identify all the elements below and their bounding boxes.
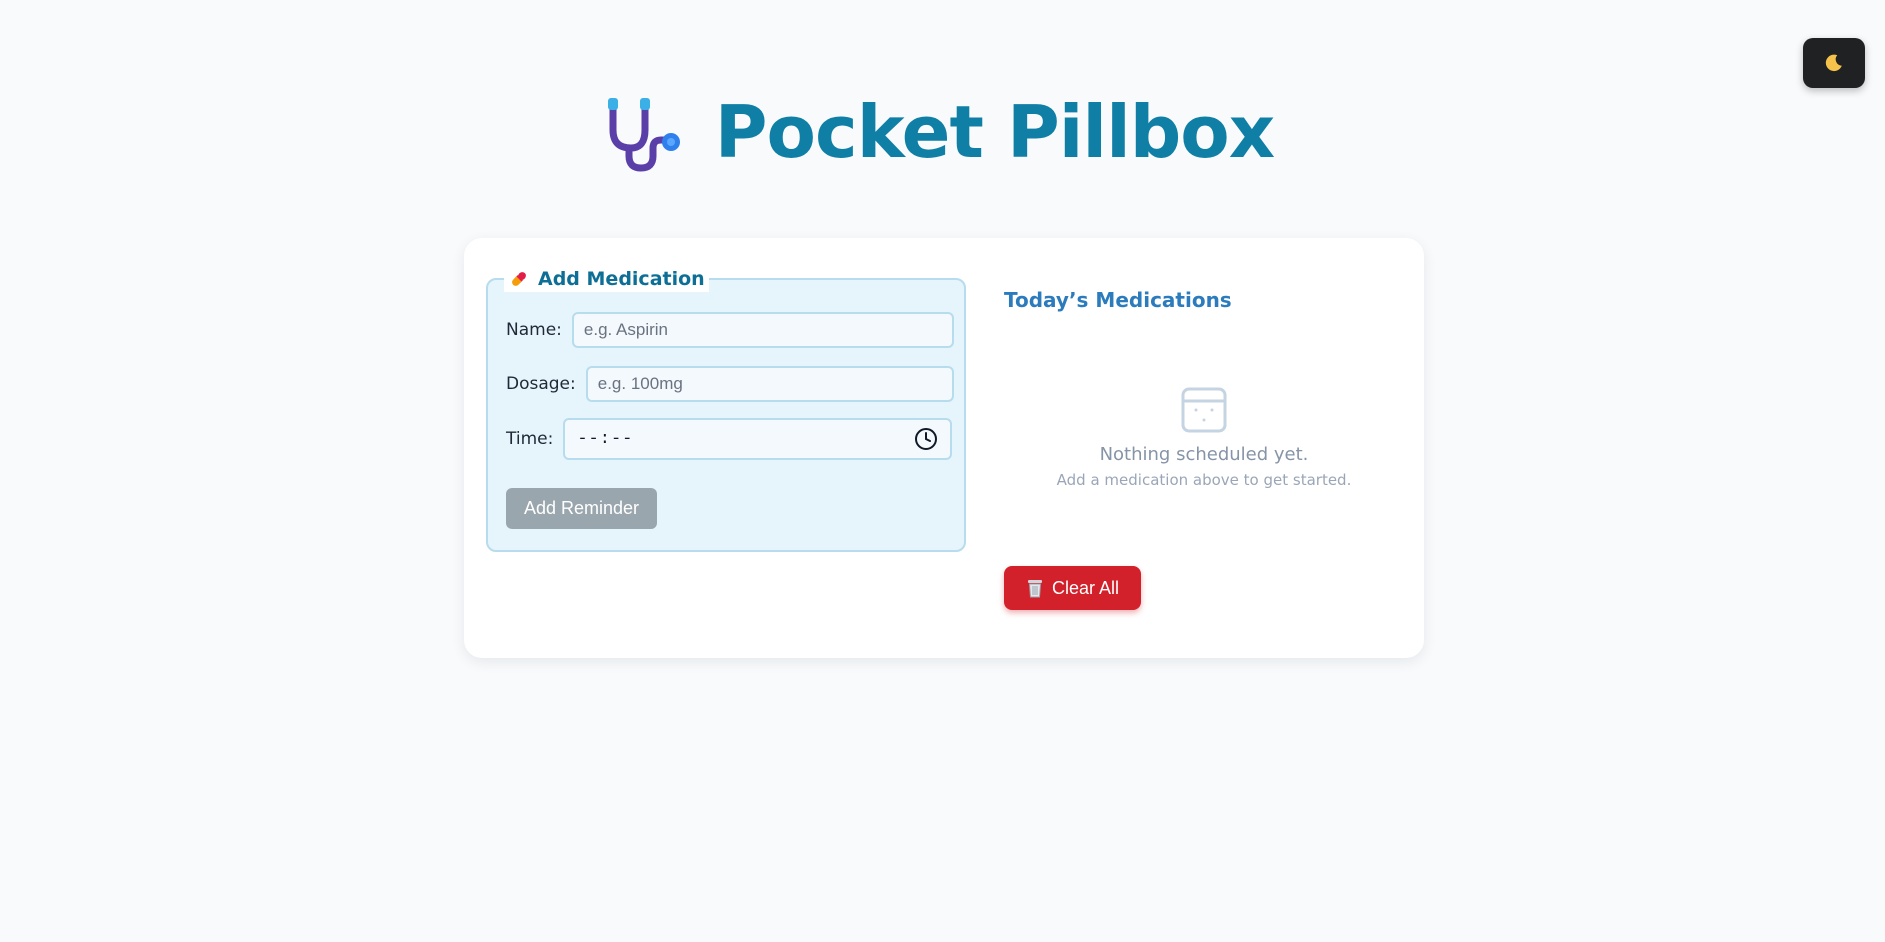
- time-label: Time:: [506, 429, 554, 449]
- name-label: Name:: [506, 320, 562, 340]
- dosage-label: Dosage:: [506, 374, 576, 394]
- app-header: Pocket Pillbox: [0, 90, 1885, 174]
- theme-toggle-button[interactable]: [1803, 38, 1865, 88]
- app-title: Pocket Pillbox: [714, 90, 1275, 174]
- form-legend: Add Medication: [504, 266, 709, 292]
- empty-state-title: Nothing scheduled yet.: [1099, 444, 1309, 465]
- clock-icon[interactable]: [914, 427, 938, 451]
- stethoscope-icon: [607, 98, 680, 172]
- trash-icon: [1026, 578, 1044, 598]
- add-reminder-button[interactable]: Add Reminder: [506, 488, 657, 529]
- empty-state-subtitle: Add a medication above to get started.: [1056, 471, 1352, 489]
- clear-all-label: Clear All: [1051, 577, 1120, 598]
- clear-all-button[interactable]: Clear All: [1004, 566, 1141, 610]
- app-page: Pocket Pillbox Add Medication Name: e.g.…: [0, 0, 1885, 942]
- main-card: Add Medication Name: Dosage: Time: --:--: [464, 238, 1424, 658]
- medications-title: Today’s Medications: [1004, 288, 1232, 312]
- moon-icon: [1825, 54, 1842, 72]
- dosage-row: Dosage:: [506, 366, 954, 402]
- time-value: --:--: [577, 429, 634, 449]
- form-legend-label: Add Medication: [538, 268, 705, 290]
- time-row: Time: --:--: [506, 418, 953, 460]
- pill-icon: [512, 272, 526, 286]
- name-row: Name:: [506, 312, 954, 348]
- time-input[interactable]: --:--: [563, 418, 953, 460]
- dosage-input[interactable]: [585, 366, 954, 402]
- calendar-icon: [1181, 387, 1227, 433]
- empty-state: Nothing scheduled yet. Add a medication …: [1004, 386, 1404, 489]
- name-input[interactable]: [571, 312, 954, 348]
- add-medication-form: Add Medication Name: Dosage: Time: --:--: [486, 266, 966, 552]
